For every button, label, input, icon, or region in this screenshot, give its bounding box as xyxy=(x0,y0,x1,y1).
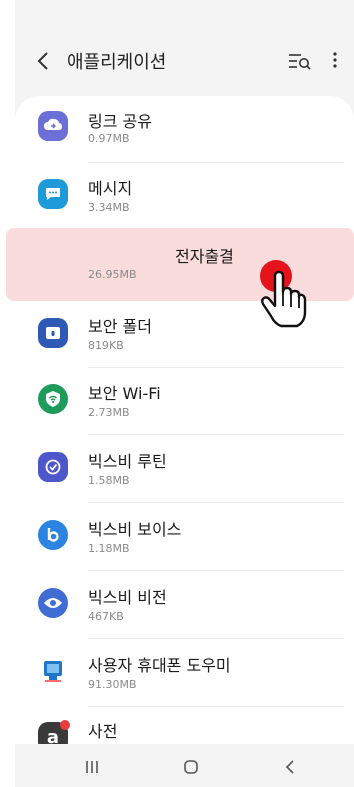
app-name: 사전 xyxy=(88,722,118,741)
page-title: 애플리케이션 xyxy=(67,52,167,73)
divider xyxy=(88,638,344,639)
app-bar: 애플리케이션 xyxy=(15,0,354,90)
bixby-vision-icon xyxy=(38,588,68,618)
list-item[interactable]: 빅스비 루틴 1.58MB xyxy=(15,436,354,503)
app-name: 빅스비 비전 xyxy=(88,588,167,607)
back-icon[interactable] xyxy=(35,50,51,72)
phone-helper-icon xyxy=(38,656,68,686)
app-name: 보안 폴더 xyxy=(88,317,152,336)
secure-folder-icon xyxy=(38,318,68,348)
app-name: 보안 Wi-Fi xyxy=(88,384,161,403)
app-name: 빅스비 루틴 xyxy=(88,452,167,471)
app-size: 26.95MB xyxy=(88,268,137,281)
app-name: 메시지 xyxy=(88,179,133,198)
list-search-icon[interactable] xyxy=(287,51,313,71)
divider xyxy=(88,706,344,707)
app-name: 전자출결 xyxy=(175,247,234,266)
divider xyxy=(88,434,344,435)
pointing-hand-icon xyxy=(261,270,307,328)
list-item[interactable]: a 사전 xyxy=(15,708,354,744)
list-item[interactable]: 사용자 휴대폰 도우미 91.30MB xyxy=(15,640,354,707)
back-icon[interactable] xyxy=(283,759,297,775)
app-size: 3.34MB xyxy=(88,201,130,214)
dictionary-icon: a xyxy=(38,720,70,744)
app-size: 819KB xyxy=(88,339,124,352)
app-name: 링크 공유 xyxy=(88,112,152,131)
secure-wifi-icon xyxy=(38,384,68,414)
link-share-icon xyxy=(38,111,68,141)
list-item[interactable]: 메시지 3.34MB xyxy=(15,163,354,230)
app-size: 2.73MB xyxy=(88,406,130,419)
list-item[interactable]: 링크 공유 0.97MB xyxy=(15,96,354,163)
divider xyxy=(88,502,344,503)
app-size: 467KB xyxy=(88,610,124,623)
app-list: 링크 공유 0.97MB 메시지 3.34MB 보안 폴더 819KB 보안 W… xyxy=(15,96,354,744)
home-icon[interactable] xyxy=(183,759,199,775)
bixby-routines-icon xyxy=(38,452,68,482)
phone-screen: 애플리케이션 링크 공유 0.97MB 메시지 3.34MB 보안 폴더 819… xyxy=(15,0,354,787)
more-vertical-icon[interactable] xyxy=(330,50,340,70)
app-name: 빅스비 보이스 xyxy=(88,520,182,539)
recent-apps-icon[interactable] xyxy=(84,759,100,775)
message-icon xyxy=(38,179,68,209)
bixby-voice-icon xyxy=(38,520,68,550)
list-item[interactable]: 빅스비 비전 467KB xyxy=(15,572,354,639)
app-size: 91.30MB xyxy=(88,678,137,691)
list-item[interactable]: 빅스비 보이스 1.18MB xyxy=(15,504,354,571)
app-size: 1.18MB xyxy=(88,542,130,555)
app-size: 1.58MB xyxy=(88,474,130,487)
app-size: 0.97MB xyxy=(88,132,130,145)
list-item[interactable]: 보안 Wi-Fi 2.73MB xyxy=(15,368,354,435)
system-nav-bar xyxy=(15,744,354,787)
app-name: 사용자 휴대폰 도우미 xyxy=(88,656,231,675)
divider xyxy=(88,570,344,571)
